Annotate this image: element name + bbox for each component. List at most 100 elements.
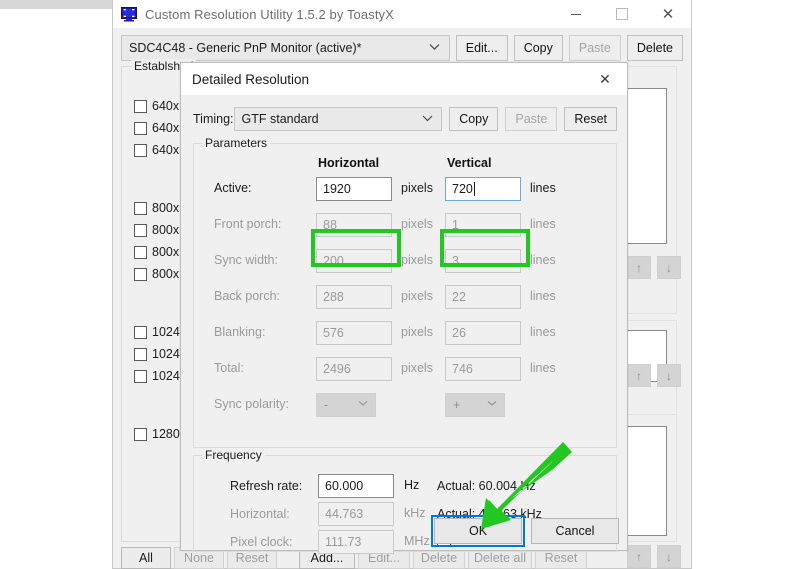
horizontal-freq-label: Horizontal: — [230, 507, 290, 521]
unit-lines: lines — [530, 289, 556, 303]
timing-dropdown[interactable]: GTF standard — [233, 107, 443, 131]
checkbox[interactable] — [134, 143, 147, 157]
pixel-clock-label: Pixel clock: — [230, 535, 293, 549]
sync-width-vertical-input: 3 — [445, 249, 521, 273]
parameter-label: Back porch: — [214, 289, 281, 303]
monitor-toolbar: SDC4C48 - Generic PnP Monitor (active)* … — [121, 35, 683, 61]
total-vertical-input: 746 — [445, 357, 521, 381]
checkbox[interactable] — [134, 201, 147, 215]
unit-lines: lines — [530, 217, 556, 231]
horizontal-freq-unit: kHz — [404, 506, 426, 520]
parameter-row-back-porch: Back porch: 288 pixels 22 lines — [194, 285, 618, 311]
timing-copy-button[interactable]: Copy — [449, 107, 499, 131]
cancel-button[interactable]: Cancel — [531, 518, 619, 544]
move-up-button[interactable]: ↑ — [627, 256, 651, 279]
frequency-row-refresh-rate: Refresh rate: 60.000 Hz Actual: 60.004 H… — [194, 474, 618, 502]
timing-paste-button: Paste — [505, 107, 558, 131]
move-down-button-2[interactable]: ↓ — [657, 364, 681, 387]
sync-polarity-vertical-dropdown: + — [445, 393, 505, 417]
checkbox[interactable] — [134, 223, 147, 237]
list-item-label: 1024 — [152, 369, 180, 383]
close-icon[interactable]: ✕ — [645, 0, 691, 28]
window-controls: ✕ — [553, 0, 691, 28]
active-horizontal-input[interactable]: 1920 — [316, 177, 392, 201]
chevron-down-icon — [487, 396, 497, 410]
desktop-background — [692, 0, 800, 569]
column-header-horizontal: Horizontal — [318, 156, 380, 170]
sync-polarity-horizontal-value: - — [324, 398, 329, 412]
parameter-row-sync-polarity: Sync polarity: - + — [194, 393, 618, 419]
monitor-dropdown[interactable]: SDC4C48 - Generic PnP Monitor (active)* — [121, 35, 450, 61]
minimize-icon[interactable] — [553, 0, 599, 28]
list-item-label: 1280 — [152, 427, 180, 441]
checkbox[interactable] — [134, 347, 147, 361]
active-vertical-value: 720 — [452, 182, 473, 196]
checkbox[interactable] — [134, 427, 147, 441]
parameter-row-front-porch: Front porch: 88 pixels 1 lines — [194, 213, 618, 239]
list-item-label: 1024 — [152, 325, 180, 339]
checkbox[interactable] — [134, 325, 147, 339]
ok-button[interactable]: OK — [431, 515, 525, 547]
refresh-rate-input[interactable]: 60.000 — [318, 474, 394, 498]
blanking-vertical-input: 26 — [445, 321, 521, 345]
refresh-rate-label: Refresh rate: — [230, 479, 303, 493]
edit-button[interactable]: Edit... — [455, 35, 508, 61]
parameter-label: Active: — [214, 181, 252, 195]
parameter-row-blanking: Blanking: 576 pixels 26 lines — [194, 321, 618, 347]
refresh-rate-actual: Actual: 60.004 Hz — [437, 479, 536, 493]
unit-pixels: pixels — [401, 181, 433, 195]
checkbox[interactable] — [134, 121, 147, 135]
all-button[interactable]: All — [121, 547, 171, 569]
list-item-label: 800x — [152, 201, 180, 215]
list-item-label: 640x — [152, 99, 180, 113]
unit-lines: lines — [530, 325, 556, 339]
monitor-dropdown-value: SDC4C48 - Generic PnP Monitor (active)* — [129, 41, 362, 55]
checkbox[interactable] — [134, 369, 147, 383]
frequency-legend: Frequency — [202, 448, 265, 462]
unit-lines: lines — [530, 361, 556, 375]
unit-pixels: pixels — [401, 289, 433, 303]
window-titlebar: Custom Resolution Utility 1.5.2 by Toast… — [113, 0, 691, 28]
pixel-clock-unit: MHz — [404, 534, 430, 548]
timing-row: Timing: GTF standard Copy Paste Reset — [193, 107, 617, 131]
parameter-row-active: Active: 1920 pixels 720 lines — [194, 177, 618, 203]
unit-pixels: pixels — [401, 361, 433, 375]
parameter-label: Blanking: — [214, 325, 266, 339]
delete-button[interactable]: Delete — [626, 35, 683, 61]
sync-width-horizontal-input: 200 — [316, 249, 392, 273]
move-down-button[interactable]: ↓ — [657, 256, 681, 279]
checkbox[interactable] — [134, 267, 147, 281]
sync-polarity-horizontal-dropdown: - — [316, 393, 376, 417]
window-title: Custom Resolution Utility 1.5.2 by Toast… — [145, 6, 394, 22]
unit-lines: lines — [530, 181, 556, 195]
move-up-button-2[interactable]: ↑ — [627, 364, 651, 387]
timing-reset-button[interactable]: Reset — [564, 107, 617, 131]
screen: Custom Resolution Utility 1.5.2 by Toast… — [0, 0, 800, 569]
list-item-label: 800x — [152, 223, 180, 237]
parameter-row-sync-width: Sync width: 200 pixels 3 lines — [194, 249, 618, 275]
parameter-label: Total: — [214, 361, 244, 375]
parameter-label: Front porch: — [214, 217, 282, 231]
dialog-title: Detailed Resolution — [192, 71, 310, 87]
refresh-rate-unit: Hz — [404, 478, 420, 492]
total-horizontal-input: 2496 — [316, 357, 392, 381]
chevron-down-icon — [422, 111, 433, 125]
paste-button: Paste — [568, 35, 621, 61]
horizontal-freq-input: 44.763 — [318, 502, 394, 526]
list-item-label: 640x — [152, 143, 180, 157]
sync-polarity-vertical-value: + — [453, 398, 461, 412]
unit-pixels: pixels — [401, 325, 433, 339]
checkbox[interactable] — [134, 99, 147, 113]
dialog-titlebar: Detailed Resolution ✕ — [181, 63, 627, 95]
maximize-icon[interactable] — [599, 0, 645, 28]
column-header-vertical: Vertical — [447, 156, 492, 170]
parameter-label: Sync width: — [214, 253, 278, 267]
dialog-close-icon[interactable]: ✕ — [583, 63, 627, 95]
active-vertical-input[interactable]: 720 — [445, 177, 521, 201]
front-porch-vertical-input: 1 — [445, 213, 521, 237]
front-porch-horizontal-input: 88 — [316, 213, 392, 237]
checkbox[interactable] — [134, 245, 147, 259]
timing-dropdown-value: GTF standard — [241, 112, 319, 126]
copy-button[interactable]: Copy — [513, 35, 563, 61]
parameters-legend: Parameters — [202, 136, 271, 150]
